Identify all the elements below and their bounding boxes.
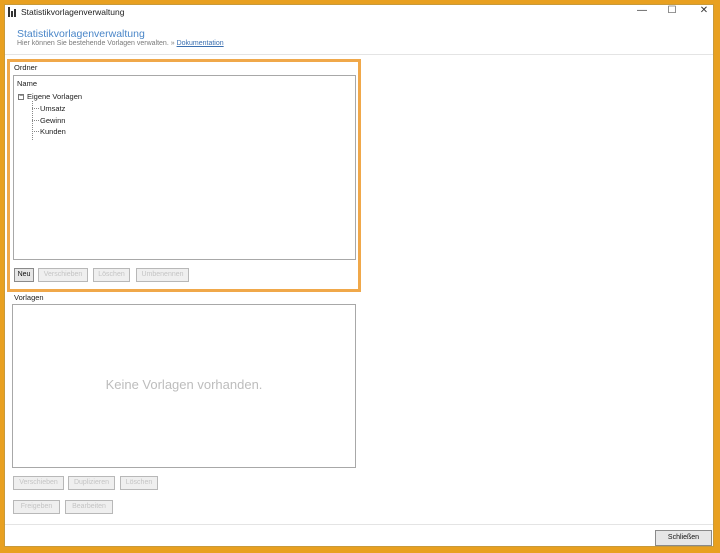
move-folder-button[interactable]: Verschieben — [38, 268, 88, 282]
delete-template-button[interactable]: Löschen — [120, 476, 158, 490]
templates-list[interactable]: Keine Vorlagen vorhanden. — [12, 304, 356, 468]
empty-state-message: Keine Vorlagen vorhanden. — [105, 377, 263, 392]
vorlagen-label: Vorlagen — [14, 293, 44, 302]
collapse-toggle[interactable]: − — [18, 93, 24, 100]
duplicate-template-button[interactable]: Duplizieren — [68, 476, 115, 490]
chart-icon — [8, 7, 18, 17]
footer-divider — [5, 524, 713, 525]
page-description: Hier können Sie bestehende Vorlagen verw… — [17, 40, 224, 47]
ordner-group: Ordner Name − Eigene Vorlagen Umsatz Gew… — [7, 59, 361, 292]
close-button[interactable]: Schließen — [655, 530, 712, 546]
minimize-button[interactable]: — — [627, 5, 657, 19]
window: Statistikvorlagenverwaltung — ☐ ✕ Statis… — [4, 4, 714, 547]
edit-template-button[interactable]: Bearbeiten — [65, 500, 113, 514]
release-template-button[interactable]: Freigeben — [13, 500, 60, 514]
tree-connector — [32, 108, 39, 109]
description-text: Hier können Sie bestehende Vorlagen verw… — [17, 40, 175, 47]
documentation-link[interactable]: Dokumentation — [177, 40, 224, 47]
close-window-button[interactable]: ✕ — [689, 5, 719, 19]
tree-column-header: Name — [17, 79, 38, 88]
ordner-label: Ordner — [14, 63, 38, 72]
tree-item-eigene-vorlagen[interactable]: Eigene Vorlagen — [27, 92, 82, 101]
tree-item-umsatz[interactable]: Umsatz — [40, 104, 65, 113]
tree-item-kunden[interactable]: Kunden — [40, 127, 66, 136]
maximize-button[interactable]: ☐ — [657, 5, 687, 19]
window-title: Statistikvorlagenverwaltung — [21, 7, 125, 17]
tree-item-gewinn[interactable]: Gewinn — [40, 116, 65, 125]
tree-connector — [32, 120, 39, 121]
tree-connector — [32, 131, 39, 132]
header-divider — [5, 54, 713, 55]
new-folder-button[interactable]: Neu — [14, 268, 34, 282]
page-title: Statistikvorlagenverwaltung — [17, 28, 145, 40]
delete-folder-button[interactable]: Löschen — [93, 268, 130, 282]
folder-tree[interactable]: Name − Eigene Vorlagen Umsatz Gewinn Kun… — [13, 75, 356, 260]
move-template-button[interactable]: Verschieben — [13, 476, 64, 490]
rename-folder-button[interactable]: Umbenennen — [136, 268, 189, 282]
title-bar: Statistikvorlagenverwaltung — ☐ ✕ — [5, 5, 713, 21]
vorlagen-group: Vorlagen Keine Vorlagen vorhanden. Versc… — [10, 293, 357, 519]
